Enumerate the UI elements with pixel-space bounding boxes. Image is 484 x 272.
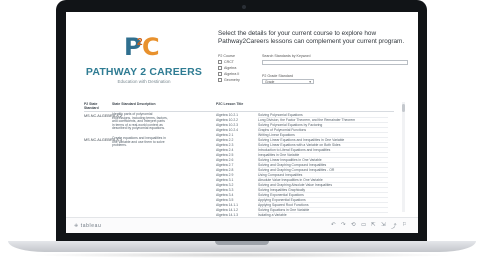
tableau-toolbar: ⁜ tableau ↶ ↷ ⟲ ▭ ⇱ ⇲ ⤴ ⚐	[66, 217, 418, 233]
share-icon[interactable]: ⇱	[371, 222, 376, 228]
standard-description: Create equations and inequalities in one…	[112, 136, 166, 148]
webcam-icon	[242, 5, 246, 9]
screen: P 2 C PATHWAY 2 CAREERS Education with D…	[66, 12, 418, 233]
intro-text: Select the details for your current cour…	[218, 30, 405, 45]
search-label: Search Standards by Keyword	[262, 54, 311, 58]
scrollbar-thumb[interactable]	[402, 104, 405, 112]
course-checkbox[interactable]: Algebra	[218, 66, 236, 71]
grade-select[interactable]: Grade ▾	[262, 79, 314, 84]
pathway2careers-logo: P 2 C PATHWAY 2 CAREERS Education with D…	[84, 34, 204, 94]
logo-title: PATHWAY 2 CAREERS	[85, 66, 203, 78]
course-checkbox[interactable]: Geometry	[218, 78, 240, 83]
header-standard: P2 State Standard	[84, 102, 99, 110]
logo-subtitle: Education with Destination	[117, 79, 171, 84]
header-description: State Standard Description	[112, 102, 156, 106]
table-scrollbar[interactable]	[402, 102, 405, 212]
pause-icon[interactable]: ▭	[361, 222, 366, 228]
chevron-down-icon: ▾	[309, 80, 311, 84]
revert-icon[interactable]: ⟲	[351, 222, 356, 228]
search-input[interactable]	[262, 60, 408, 65]
title-column: Solving Polynomial Equations Long Divisio…	[258, 113, 388, 233]
p2c-logo-mark: P 2 C	[122, 34, 166, 62]
fullscreen-icon[interactable]: ⤴	[391, 222, 397, 230]
flag-icon[interactable]: ⚐	[402, 222, 407, 228]
course-filter-label: P2 Course	[218, 54, 235, 58]
undo-icon[interactable]: ↶	[331, 222, 336, 228]
redo-icon[interactable]: ↷	[341, 222, 346, 228]
lesson-column: Algebra 10.2.1 Algebra 10.2.2 Algebra 10.2…	[216, 113, 256, 233]
logo-letter-c: C	[142, 33, 160, 61]
grade-filter-label: P2 Grade Standard	[262, 74, 293, 78]
standard-description: Identify parts of polynomial expressions…	[112, 112, 168, 131]
standards-table: P2 State Standard State Standard Descrip…	[84, 102, 412, 233]
course-checkbox[interactable]: Algebra II	[218, 72, 239, 77]
course-checkbox[interactable]: CRCT	[218, 60, 234, 65]
laptop-shadow	[30, 252, 454, 258]
filters-panel: P2 Course CRCT Algebra Algebra II Geomet…	[218, 54, 414, 94]
header-lesson: P2C Lesson Title	[216, 102, 244, 106]
laptop-notch	[215, 241, 269, 245]
tableau-mark-icon: ⁜	[74, 223, 79, 229]
tableau-logo[interactable]: ⁜ tableau	[74, 223, 101, 229]
download-icon[interactable]: ⇲	[381, 222, 386, 228]
